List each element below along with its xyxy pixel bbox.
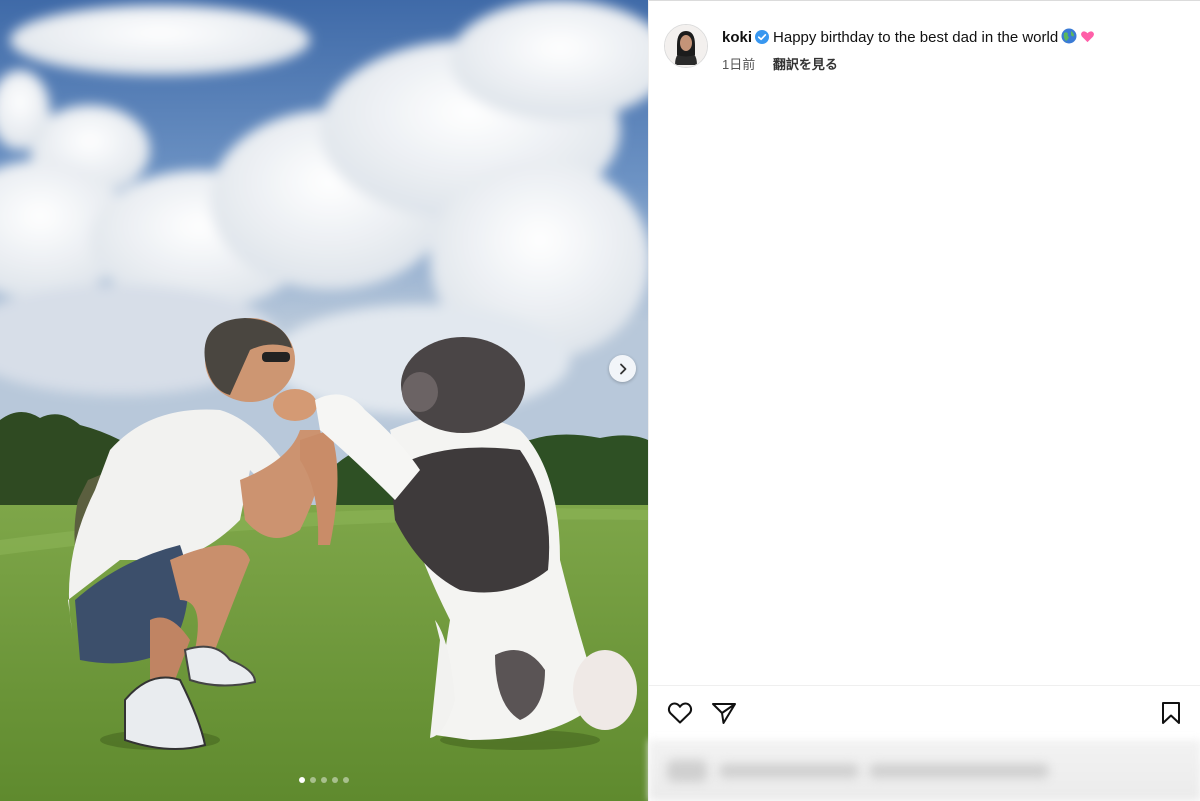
save-button[interactable] [1160,701,1182,730]
caption-text: Happy birthday to the best dad in the wo… [773,29,1059,46]
carousel-dot-active [299,777,305,783]
bookmark-icon [1162,702,1180,724]
pink-heart-icon [1080,29,1095,50]
globe-icon [1061,28,1077,50]
chevron-right-icon [619,363,626,374]
avatar-image [665,25,707,67]
username[interactable]: koki [722,29,752,46]
paper-plane-icon [712,703,736,724]
panel-top-border [649,0,1200,1]
like-button[interactable] [667,701,693,730]
next-slide-button[interactable] [609,355,636,382]
share-button[interactable] [711,701,737,730]
actions-divider [649,685,1200,686]
see-translation-link[interactable]: 翻訳を見る [773,57,838,72]
post-photo[interactable] [0,0,648,801]
carousel-dot [343,777,349,783]
heart-icon [667,702,693,724]
verified-badge-icon [755,30,770,50]
post-meta: 1日前 翻訳を見る [722,54,838,73]
photo-image [0,0,648,801]
carousel-dot [332,777,338,783]
post-details-panel: koki Happy birthday to the best dad in th… [648,0,1200,801]
carousel-dot [310,777,316,783]
carousel-indicator [0,777,648,783]
avatar[interactable] [664,24,708,68]
blurred-avatar [667,760,707,782]
post-timestamp: 1日前 [722,57,756,72]
post-caption: koki Happy birthday to the best dad in th… [722,28,1095,50]
carousel-dot [321,777,327,783]
blurred-text [869,764,1049,778]
blurred-text [719,764,859,778]
